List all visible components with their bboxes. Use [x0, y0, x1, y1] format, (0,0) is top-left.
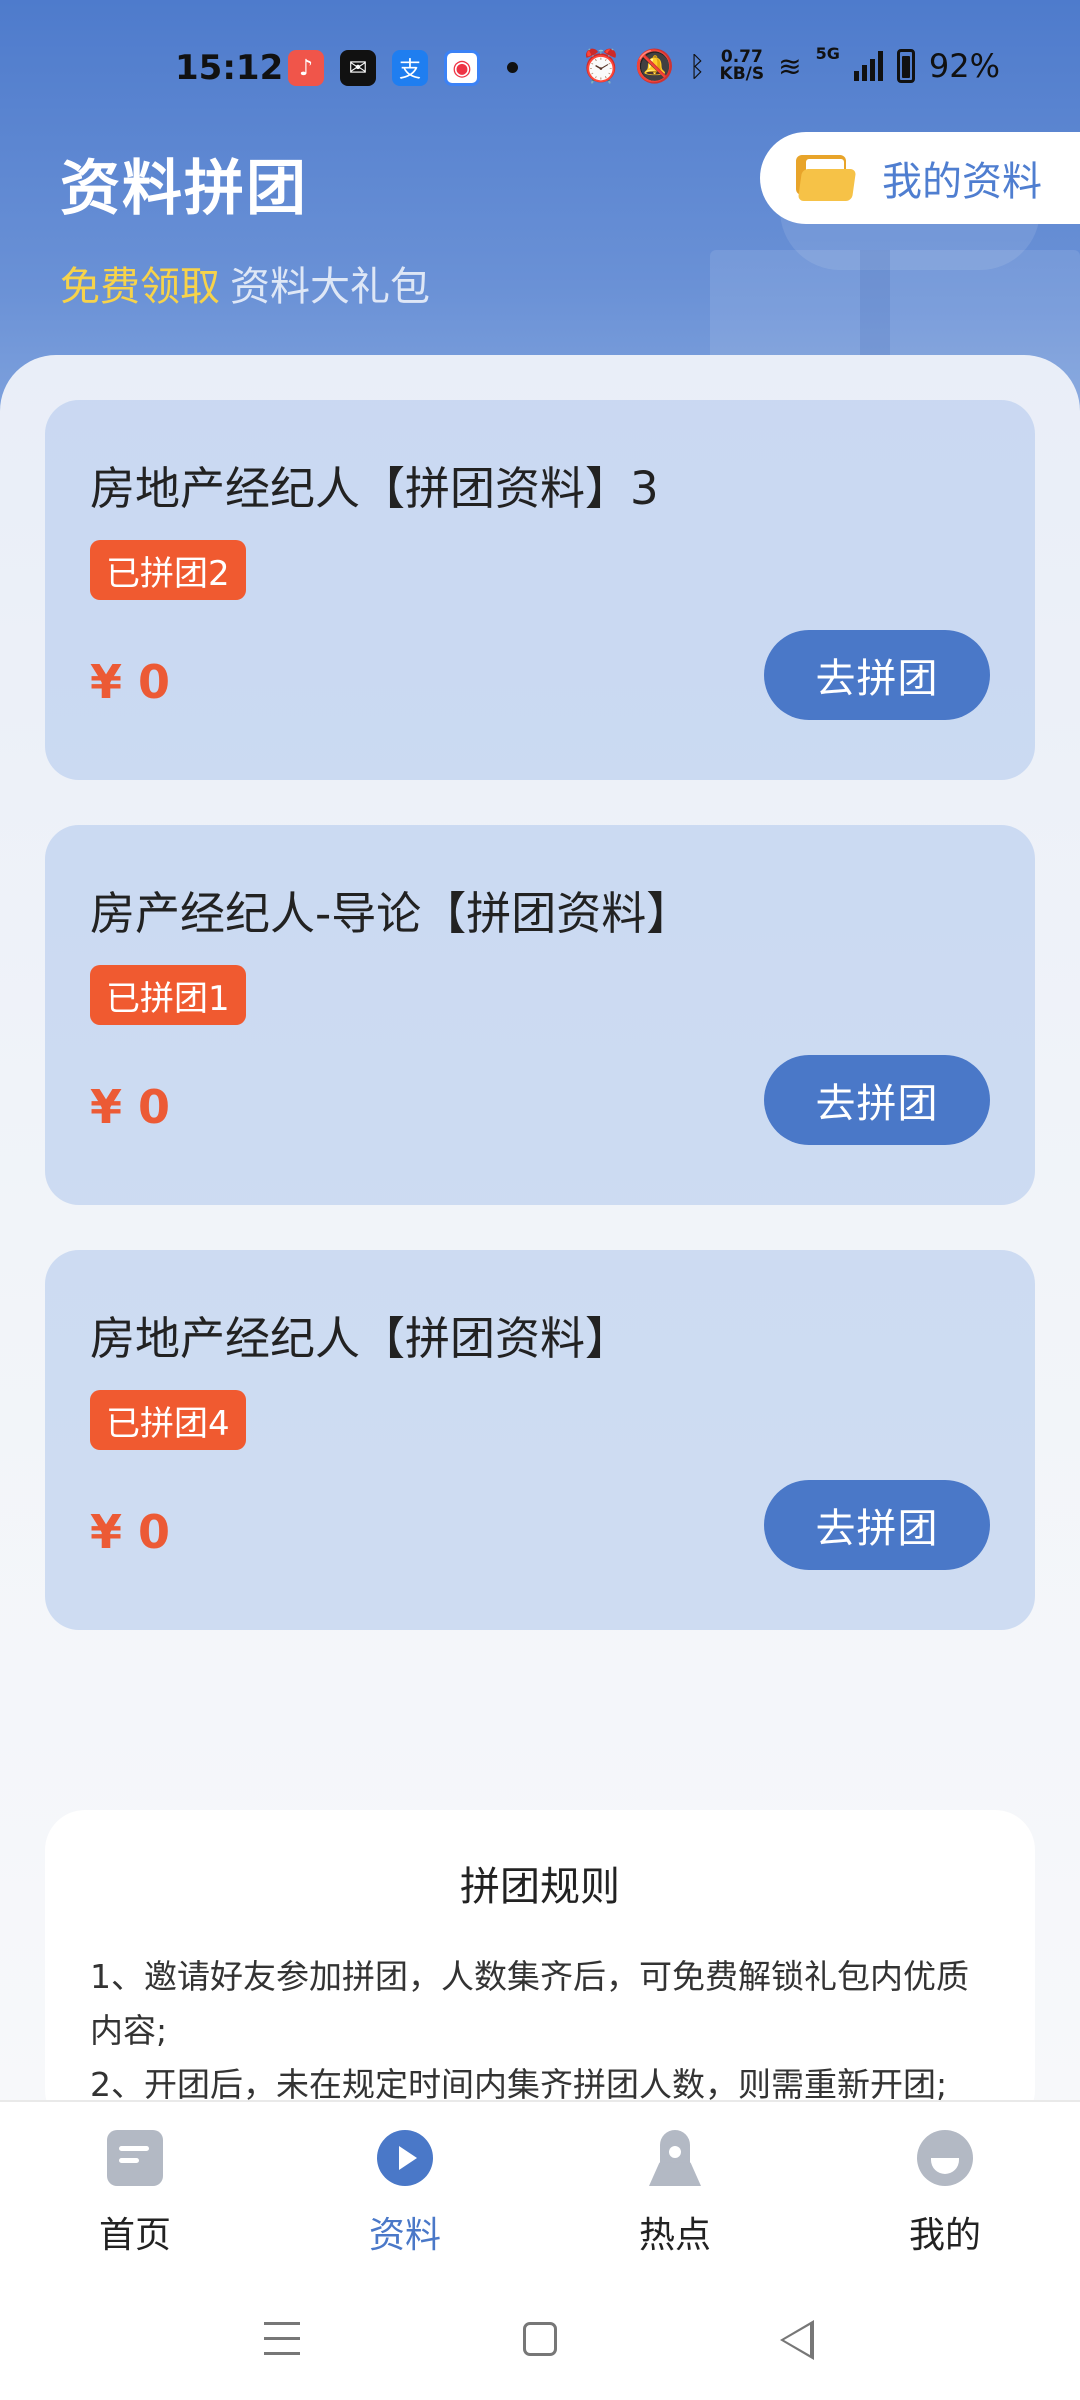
status-bar: 15:12 ♪ ✉ 支 ◉ ⏰ 🔕 ᛒ 0.77 KB/S ≋ 5G 92% [0, 0, 1080, 140]
profile-icon [917, 2130, 973, 2186]
mail-app-icon: ✉ [340, 50, 376, 86]
subtitle-text: 资料大礼包 [230, 264, 430, 310]
browser-app-icon: ◉ [444, 50, 480, 86]
battery-level: 92% [928, 47, 1000, 85]
notification-dot [507, 62, 518, 73]
back-icon[interactable] [780, 2320, 814, 2360]
join-group-button[interactable]: 去拼团 [764, 1480, 990, 1570]
rocket-icon [647, 2130, 703, 2186]
card-price: ¥ 0 [90, 1080, 171, 1134]
group-count-badge: 已拼团1 [90, 965, 246, 1025]
alarm-icon: ⏰ [581, 47, 621, 85]
network-type: 5G [815, 44, 840, 63]
group-card: 房产经纪人-导论【拼团资料】 已拼团1 ¥ 0 去拼团 [45, 825, 1035, 1205]
page-subtitle: 免费领取 资料大礼包 [60, 254, 430, 312]
play-icon [377, 2130, 433, 2186]
network-speed: 0.77 KB/S [719, 47, 765, 84]
card-title: 房产经纪人-导论【拼团资料】 [90, 887, 692, 940]
document-icon [107, 2130, 163, 2186]
rule-item: 1、邀请好友参加拼团，人数集齐后，可免费解锁礼包内优质内容; [90, 1957, 969, 2050]
rules-text: 1、邀请好友参加拼团，人数集齐后，可免费解锁礼包内优质内容; 2、开团后，未在规… [90, 1950, 980, 2112]
recent-apps-icon[interactable] [264, 2322, 300, 2356]
join-group-button[interactable]: 去拼团 [764, 1055, 990, 1145]
group-card: 房地产经纪人【拼团资料】3 已拼团2 ¥ 0 去拼团 [45, 400, 1035, 780]
page-title: 资料拼团 [60, 154, 308, 224]
join-group-button[interactable]: 去拼团 [764, 630, 990, 720]
tab-hot[interactable]: 热点 [540, 2102, 810, 2292]
alipay-app-icon: 支 [392, 50, 428, 86]
tab-home[interactable]: 首页 [0, 2102, 270, 2292]
folder-icon [796, 155, 857, 201]
card-price: ¥ 0 [90, 1505, 171, 1559]
tab-label: 我的 [908, 2215, 981, 2256]
my-materials-label: 我的资料 [882, 159, 1042, 205]
system-navigation-bar [0, 2280, 1080, 2400]
card-price: ¥ 0 [90, 655, 171, 709]
music-app-icon: ♪ [288, 50, 324, 86]
tab-label: 热点 [638, 2215, 711, 2256]
card-title: 房地产经纪人【拼团资料】 [90, 1312, 631, 1365]
my-materials-button[interactable]: 我的资料 [760, 132, 1080, 224]
mute-icon: 🔕 [634, 47, 675, 85]
status-right: ⏰ 🔕 ᛒ 0.77 KB/S ≋ 5G 92% [581, 44, 1000, 88]
rules-card: 拼团规则 1、邀请好友参加拼团，人数集齐后，可免费解锁礼包内优质内容; 2、开团… [45, 1810, 1035, 2130]
wifi-icon: ≋ [778, 49, 802, 83]
tab-label: 资料 [368, 2215, 441, 2256]
bluetooth-icon: ᛒ [688, 49, 706, 83]
rules-title: 拼团规则 [460, 1864, 620, 1910]
home-icon[interactable] [523, 2322, 557, 2356]
subtitle-highlight: 免费领取 [60, 264, 220, 310]
battery-icon [896, 49, 915, 83]
tab-profile[interactable]: 我的 [810, 2102, 1080, 2292]
signal-icon [853, 51, 883, 81]
tab-label: 首页 [98, 2215, 171, 2256]
screen: 15:12 ♪ ✉ 支 ◉ ⏰ 🔕 ᛒ 0.77 KB/S ≋ 5G 92% 资… [0, 0, 1080, 2400]
status-time: 15:12 [175, 48, 284, 88]
card-title: 房地产经纪人【拼团资料】3 [90, 462, 659, 515]
group-count-badge: 已拼团2 [90, 540, 246, 600]
group-card: 房地产经纪人【拼团资料】 已拼团4 ¥ 0 去拼团 [45, 1250, 1035, 1630]
group-count-badge: 已拼团4 [90, 1390, 246, 1450]
tab-materials[interactable]: 资料 [270, 2102, 540, 2292]
